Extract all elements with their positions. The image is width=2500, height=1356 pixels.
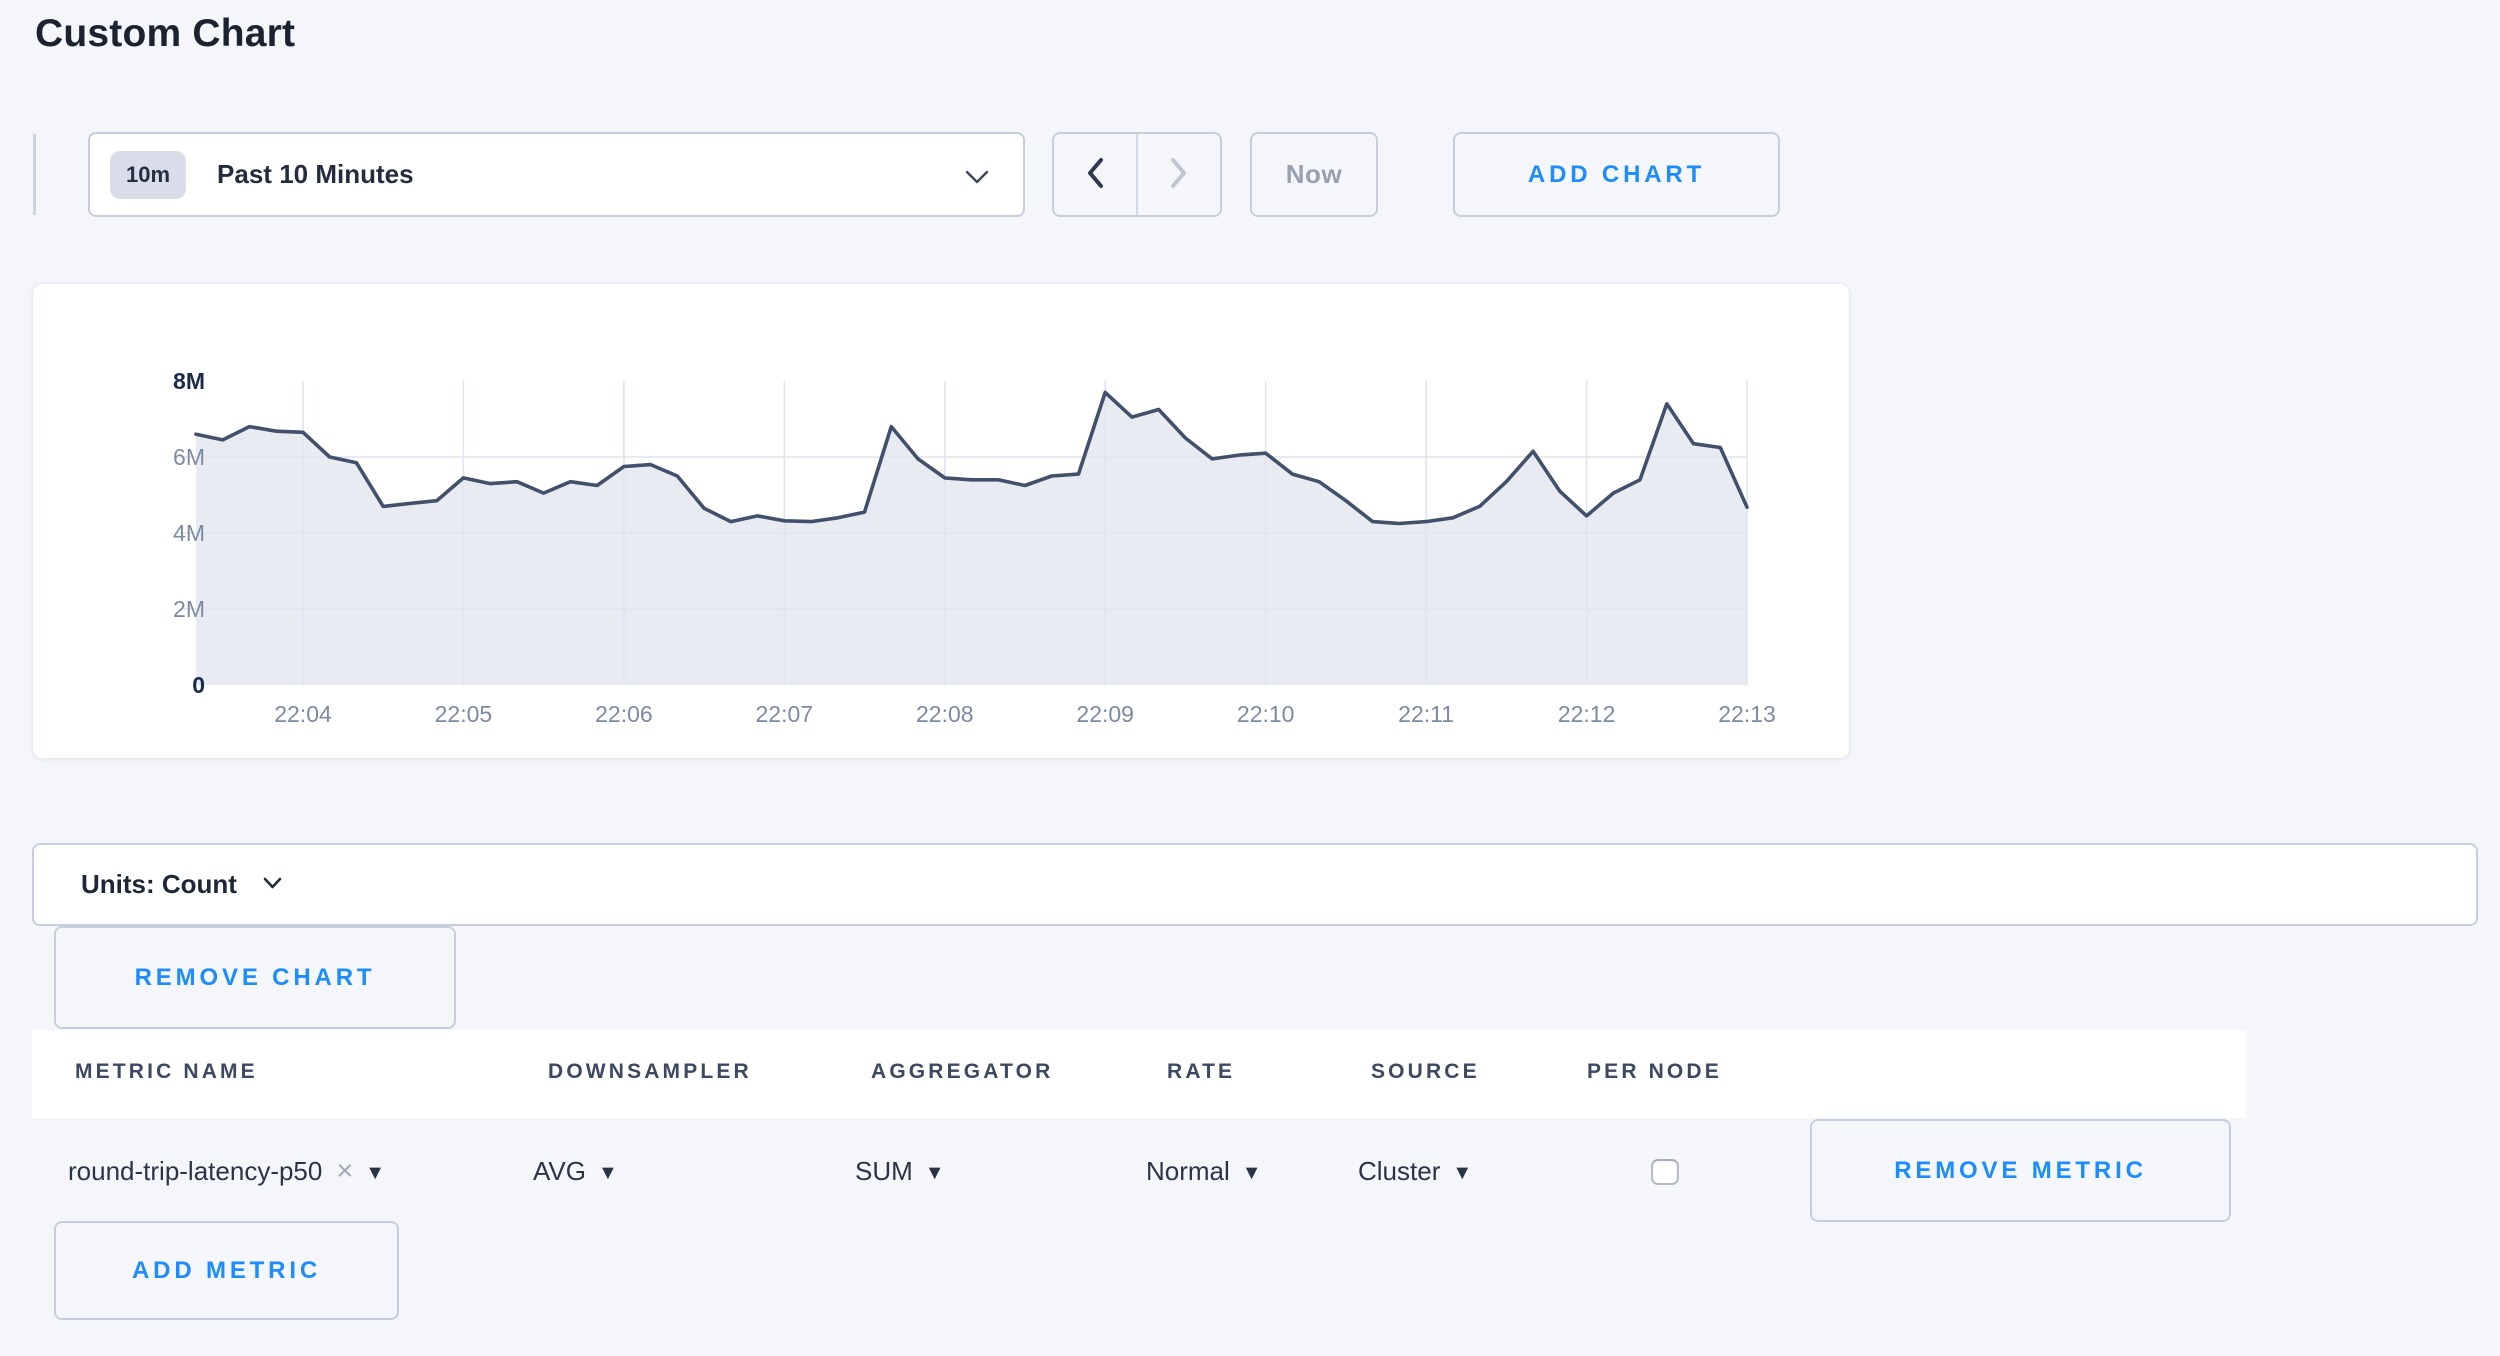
y-axis-tick-label: 8M — [173, 368, 205, 394]
downsampler-value: AVG — [533, 1156, 586, 1187]
y-axis-tick-label: 6M — [173, 444, 205, 470]
caret-down-icon: ▼ — [598, 1162, 618, 1185]
per-node-checkbox[interactable] — [1651, 1159, 1679, 1185]
chevron-down-icon — [965, 170, 989, 189]
remove-metric-button[interactable]: REMOVE METRIC — [1810, 1119, 2231, 1222]
chevron-right-icon — [1169, 157, 1189, 192]
time-range-dropdown[interactable]: 10m Past 10 Minutes — [88, 132, 1025, 217]
metric-area-chart[interactable]: 8M 6M 4M 2M 0 22:04 22:05 22:06 22:07 22:08 22:09 2… — [33, 284, 1849, 758]
time-next-button[interactable] — [1136, 134, 1220, 215]
aggregator-dropdown[interactable]: SUM ▼ — [855, 1156, 945, 1187]
metrics-table-header: METRIC NAME DOWNSAMPLER AGGREGATOR RATE … — [32, 1030, 2246, 1118]
downsampler-dropdown[interactable]: AVG ▼ — [533, 1156, 618, 1187]
time-pager — [1052, 132, 1222, 217]
y-axis-tick-label: 4M — [173, 520, 205, 546]
add-chart-button[interactable]: ADD CHART — [1453, 132, 1780, 217]
remove-chart-button[interactable]: REMOVE CHART — [54, 926, 456, 1029]
source-value: Cluster — [1358, 1156, 1440, 1187]
x-axis-tick-label: 22:08 — [916, 701, 974, 727]
page-title: Custom Chart — [35, 12, 295, 56]
chart-card: 8M 6M 4M 2M 0 22:04 22:05 22:06 22:07 22:08 22:09 2… — [32, 283, 1850, 759]
x-axis-tick-label: 22:13 — [1718, 701, 1776, 727]
units-dropdown-label: Units: Count — [81, 869, 237, 900]
toolbar-divider — [33, 134, 36, 215]
column-header-source: SOURCE — [1371, 1060, 1480, 1084]
y-axis-tick-label: 0 — [192, 672, 205, 698]
column-header-rate: RATE — [1167, 1060, 1235, 1084]
custom-chart-page: Custom Chart 10m Past 10 Minutes Now ADD… — [0, 0, 2500, 1356]
chevron-down-icon — [263, 876, 282, 894]
x-axis-tick-label: 22:06 — [595, 701, 653, 727]
x-axis-tick-label: 22:12 — [1558, 701, 1616, 727]
aggregator-value: SUM — [855, 1156, 913, 1187]
column-header-per-node: PER NODE — [1587, 1060, 1722, 1084]
caret-down-icon: ▼ — [1242, 1162, 1262, 1185]
chart-area-fill — [196, 392, 1747, 685]
clear-metric-icon[interactable]: × — [336, 1157, 353, 1186]
x-axis-tick-label: 22:07 — [756, 701, 814, 727]
caret-down-icon: ▼ — [1452, 1162, 1472, 1185]
metric-name-value: round-trip-latency-p50 — [68, 1156, 322, 1187]
now-button[interactable]: Now — [1250, 132, 1378, 217]
units-dropdown[interactable]: Units: Count — [32, 843, 2478, 926]
rate-dropdown[interactable]: Normal ▼ — [1146, 1156, 1262, 1187]
x-axis-tick-label: 22:11 — [1398, 701, 1454, 727]
x-axis-tick-label: 22:10 — [1237, 701, 1295, 727]
x-axis-tick-label: 22:09 — [1076, 701, 1134, 727]
time-range-label: Past 10 Minutes — [217, 159, 414, 190]
caret-down-icon: ▼ — [925, 1162, 945, 1185]
rate-value: Normal — [1146, 1156, 1230, 1187]
column-header-aggregator: AGGREGATOR — [871, 1060, 1053, 1084]
caret-down-icon: ▼ — [365, 1162, 385, 1185]
time-range-badge: 10m — [110, 151, 186, 199]
metric-name-dropdown[interactable]: round-trip-latency-p50 × ▼ — [68, 1156, 385, 1187]
y-axis-tick-label: 2M — [173, 596, 205, 622]
x-axis-tick-label: 22:04 — [274, 701, 332, 727]
time-prev-button[interactable] — [1054, 134, 1136, 215]
x-axis-tick-label: 22:05 — [435, 701, 493, 727]
chevron-left-icon — [1085, 157, 1105, 192]
column-header-metric-name: METRIC NAME — [75, 1060, 258, 1084]
source-dropdown[interactable]: Cluster ▼ — [1358, 1156, 1472, 1187]
add-metric-button[interactable]: ADD METRIC — [54, 1221, 399, 1320]
column-header-downsampler: DOWNSAMPLER — [548, 1060, 752, 1084]
